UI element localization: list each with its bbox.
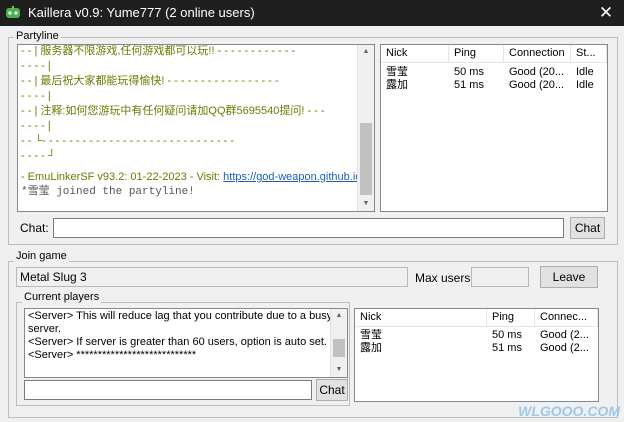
scroll-down-arrow-icon[interactable]: ▼ <box>331 363 347 377</box>
server-message: <Server> **************************** <box>28 349 197 361</box>
user-connection: Good (20... <box>509 66 565 78</box>
current-players-label: Current players <box>22 291 102 304</box>
online-users-list[interactable]: Nick Ping Connection St... 雪莹 50 ms Good… <box>380 44 608 212</box>
player-nick: 露加 <box>360 342 382 354</box>
user-ping: 51 ms <box>454 79 484 91</box>
game-players-list[interactable]: Nick Ping Connec... 雪莹 50 ms Good (2... … <box>354 308 599 402</box>
column-header-nick[interactable]: Nick <box>381 45 449 62</box>
join-notice: *雪莹 joined the partyline! <box>21 184 195 198</box>
column-header-connection[interactable]: Connection <box>504 45 571 62</box>
user-status: Idle <box>576 66 594 78</box>
user-ping: 50 ms <box>454 66 484 78</box>
table-row[interactable]: 雪莹 50 ms Good (20... Idle <box>381 66 607 79</box>
partyline-message: - - | 服务器不限游戏,任何游戏都可以玩!! - - - - - - - -… <box>21 45 296 57</box>
partyline-message: - - - - | <box>21 60 51 72</box>
column-header-ping[interactable]: Ping <box>487 309 535 326</box>
partyline-chat-button[interactable]: Chat <box>570 217 605 239</box>
user-status: Idle <box>576 79 594 91</box>
partyline-message: - - - - | <box>21 120 51 132</box>
column-header-status[interactable]: St... <box>571 45 607 62</box>
partyline-message: - - - - | <box>21 90 51 102</box>
max-users-field <box>471 267 529 287</box>
users-list-header: Nick Ping Connection St... <box>381 45 607 63</box>
partyline-message: - - - - ┘ <box>21 150 56 162</box>
player-connection: Good (2... <box>540 329 589 341</box>
game-chat-button[interactable]: Chat <box>316 379 348 401</box>
user-nick: 露加 <box>386 79 408 91</box>
partyline-label: Partyline <box>14 30 61 43</box>
table-row[interactable]: 雪莹 50 ms Good (2... <box>355 329 598 342</box>
table-row[interactable]: 露加 51 ms Good (2... <box>355 342 598 355</box>
game-chat-log[interactable]: <Server> This will reduce lag that you c… <box>24 308 348 378</box>
players-list-header: Nick Ping Connec... <box>355 309 598 327</box>
max-users-label: Max users: <box>415 271 474 285</box>
column-header-connection[interactable]: Connec... <box>535 309 598 326</box>
partyline-message: - - | 注释:如何您游玩中有任何疑问请加QQ群5695540提问! - - … <box>21 105 325 117</box>
server-message: <Server> If server is greater than 60 us… <box>28 336 327 348</box>
scroll-up-arrow-icon[interactable]: ▲ <box>358 45 374 59</box>
user-connection: Good (20... <box>509 79 565 91</box>
github-link[interactable]: https://god-weapon.github.io <box>223 171 361 183</box>
scroll-down-arrow-icon[interactable]: ▼ <box>358 197 374 211</box>
title-bar: Kaillera v0.9: Yume777 (2 online users) … <box>0 0 624 26</box>
scroll-up-arrow-icon[interactable]: ▲ <box>331 309 347 323</box>
player-ping: 51 ms <box>492 342 522 354</box>
partyline-message: - - └- - - - - - - - - - - - - - - - - -… <box>21 135 235 147</box>
partyline-chat-log[interactable]: - - | 服务器不限游戏,任何游戏都可以玩!! - - - - - - - -… <box>17 44 375 212</box>
kaillera-app-icon <box>6 6 20 18</box>
scrollbar-thumb[interactable] <box>360 123 372 195</box>
game-chat-scrollbar[interactable]: ▲ ▼ <box>330 309 347 377</box>
column-header-ping[interactable]: Ping <box>449 45 504 62</box>
player-nick: 雪莹 <box>360 329 382 341</box>
game-chat-input[interactable] <box>24 380 312 400</box>
player-ping: 50 ms <box>492 329 522 341</box>
partyline-scrollbar[interactable]: ▲ ▼ <box>357 45 374 211</box>
chat-label: Chat: <box>20 221 49 235</box>
user-nick: 雪莹 <box>386 66 408 78</box>
partyline-chat-input[interactable] <box>53 218 564 238</box>
player-connection: Good (2... <box>540 342 589 354</box>
column-header-nick[interactable]: Nick <box>355 309 487 326</box>
partyline-message: - - | 最后祝大家都能玩得愉快! - - - - - - - - - - -… <box>21 75 279 87</box>
game-name-field: Metal Slug 3 <box>16 267 408 287</box>
table-row[interactable]: 露加 51 ms Good (20... Idle <box>381 79 607 92</box>
server-message: server. <box>28 323 62 335</box>
site-watermark: WLGOOO.COM <box>518 403 620 419</box>
join-game-label: Join game <box>14 250 69 263</box>
window-title: Kaillera v0.9: Yume777 (2 online users) <box>28 5 255 20</box>
scrollbar-thumb[interactable] <box>333 339 345 357</box>
emulinker-message: - EmuLinkerSF v93.2: 01-22-2023 - Visit:… <box>21 171 362 183</box>
server-message: <Server> This will reduce lag that you c… <box>28 310 333 322</box>
leave-button[interactable]: Leave <box>540 266 598 288</box>
close-button[interactable]: ✕ <box>588 0 624 26</box>
